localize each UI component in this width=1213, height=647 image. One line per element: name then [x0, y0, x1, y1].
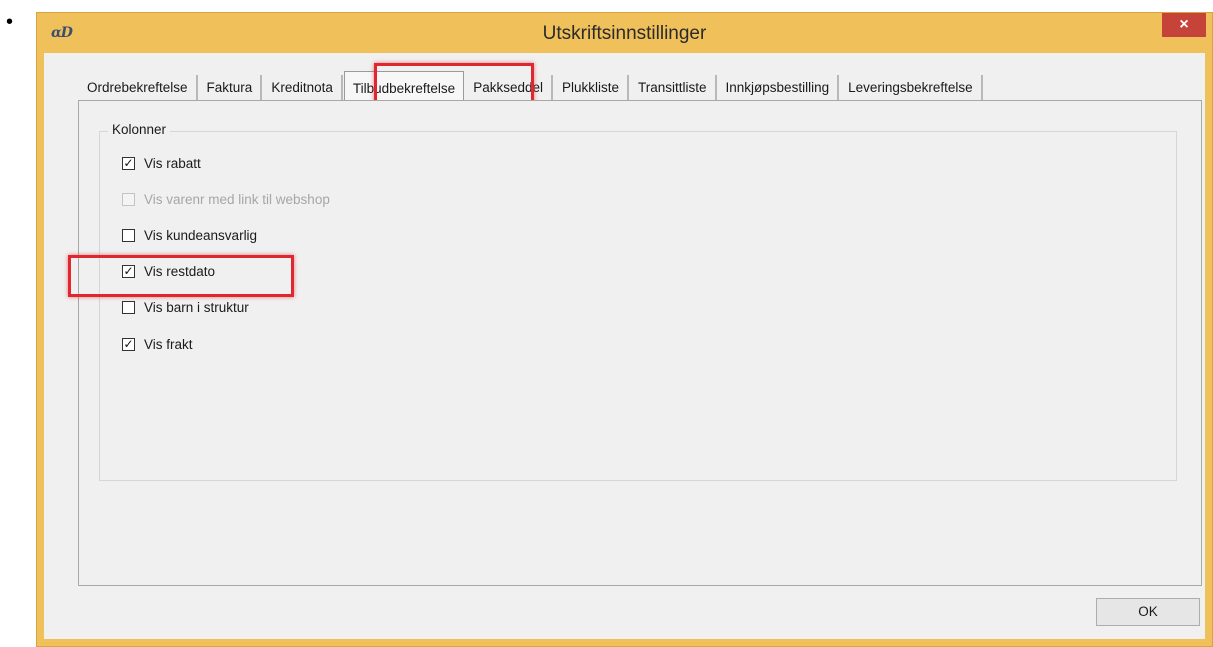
print-settings-dialog: ɑD Utskriftsinnstillinger × Ordrebekreft…	[36, 12, 1213, 647]
checkbox-label: Vis rabatt	[144, 155, 201, 171]
tab-plukkliste[interactable]: Plukkliste	[554, 75, 630, 101]
checkbox-row-vis-barn-i-struktur[interactable]: Vis barn i struktur	[122, 298, 249, 316]
checkbox-label: Vis varenr med link til webshop	[144, 191, 330, 207]
title-bar[interactable]: ɑD Utskriftsinnstillinger ×	[37, 13, 1212, 53]
tab-panel: Kolonner ✓ Vis rabatt Vis varenr med lin…	[68, 100, 1202, 586]
checkbox-vis-varenr-webshop	[122, 192, 135, 206]
tab-faktura[interactable]: Faktura	[199, 75, 263, 101]
tab-transittliste[interactable]: Transittliste	[630, 75, 717, 101]
tab-innkjopsbestilling[interactable]: Innkjøpsbestilling	[718, 75, 840, 101]
checkbox-label: Vis frakt	[144, 336, 193, 352]
groupbox-legend: Kolonner	[108, 122, 171, 137]
columns-groupbox: Kolonner ✓ Vis rabatt Vis varenr med lin…	[68, 122, 1177, 481]
checkbox-label: Vis kundeansvarlig	[144, 227, 258, 243]
close-button[interactable]: ×	[1162, 13, 1206, 37]
list-bullet: •	[6, 11, 14, 33]
checkbox-vis-frakt[interactable]: ✓	[122, 337, 135, 351]
checkbox-row-vis-frakt[interactable]: ✓ Vis frakt	[122, 335, 193, 353]
checkbox-label: Vis barn i struktur	[144, 299, 249, 315]
checkbox-vis-rabatt[interactable]: ✓	[122, 156, 135, 170]
checkbox-row-vis-varenr-webshop: Vis varenr med link til webshop	[122, 190, 330, 208]
checkbox-row-vis-rabatt[interactable]: ✓ Vis rabatt	[122, 154, 201, 172]
checkbox-highlight	[68, 255, 294, 297]
window-title: Utskriftsinnstillinger	[542, 23, 707, 44]
tab-ordrebekreftelse[interactable]: Ordrebekreftelse	[79, 75, 198, 101]
dialog-client-area: Ordrebekreftelse Faktura Kreditnota Tilb…	[44, 53, 1205, 639]
ok-button[interactable]: OK	[1096, 598, 1200, 626]
checkbox-vis-kundeansvarlig[interactable]	[122, 228, 135, 242]
tab-kreditnota[interactable]: Kreditnota	[263, 75, 343, 101]
checkbox-row-vis-kundeansvarlig[interactable]: Vis kundeansvarlig	[122, 226, 257, 244]
checkbox-vis-barn-i-struktur[interactable]	[122, 300, 135, 314]
tab-leveringsbekreftelse[interactable]: Leveringsbekreftelse	[840, 75, 983, 101]
